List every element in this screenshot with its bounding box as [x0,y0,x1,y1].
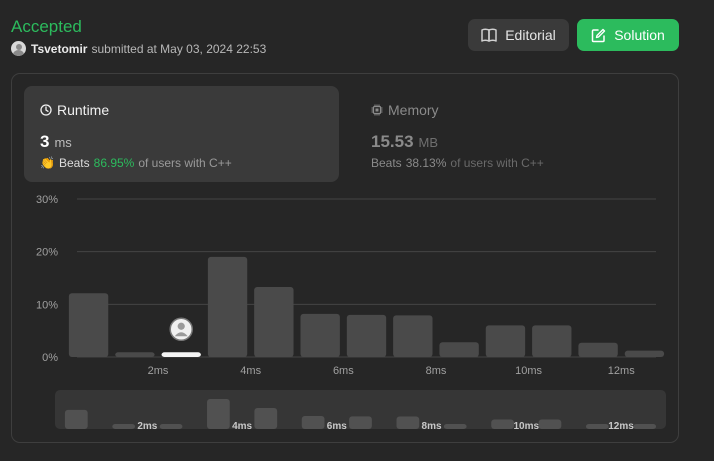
overview-tick-label: 2ms [137,421,157,432]
runtime-distribution-chart: 0% 10% 20% 30% 2ms 4ms 6ms 8ms 10ms 12ms 2ms 4ms 6ms… [36,194,666,432]
x-tick-label: 4ms [240,365,261,377]
chart-bar[interactable] [346,314,387,357]
overview-bar [301,416,325,429]
x-tick-label: 8ms [426,365,447,377]
overview-bar [349,416,372,429]
overview-bar [254,408,278,429]
overview-bar [396,416,420,429]
chart-bar[interactable] [300,313,340,357]
user-marker-head [177,322,185,330]
overview-bar [112,424,136,429]
overview-bar [443,424,467,429]
chart-bar[interactable] [624,350,665,357]
overview-bar [633,424,657,429]
chart-bar[interactable] [254,286,294,357]
overview-tick-label: 4ms [232,421,252,432]
chart-bar[interactable] [115,352,155,357]
overview-tick-label: 6ms [327,421,347,432]
chart-bar[interactable] [485,325,526,357]
x-tick-label: 12ms [608,365,635,377]
overview-tick-label: 12ms [608,421,634,432]
chart-bar[interactable] [532,325,572,357]
x-tick-label: 10ms [515,365,542,377]
overview-bar [64,409,88,429]
overview-tick-label: 10ms [513,421,539,432]
y-tick-label: 30% [36,194,58,206]
overview-bar [585,424,609,429]
x-tick-label: 2ms [148,365,169,377]
highlight-bar[interactable] [161,352,201,357]
chart-bar[interactable] [578,342,618,357]
chart-bar[interactable] [439,342,479,357]
y-tick-label: 0% [42,352,58,364]
overview-bar [538,419,562,429]
x-tick-label: 6ms [333,365,354,377]
y-tick-label: 20% [36,247,58,259]
overview-bar [159,424,183,429]
overview-bar [491,419,514,429]
y-tick-label: 10% [36,299,58,311]
chart-bar[interactable] [68,293,109,357]
chart-bar[interactable] [393,315,433,357]
chart-bar[interactable] [207,256,248,357]
overview-tick-label: 8ms [422,421,442,432]
overview-bar [207,399,230,429]
